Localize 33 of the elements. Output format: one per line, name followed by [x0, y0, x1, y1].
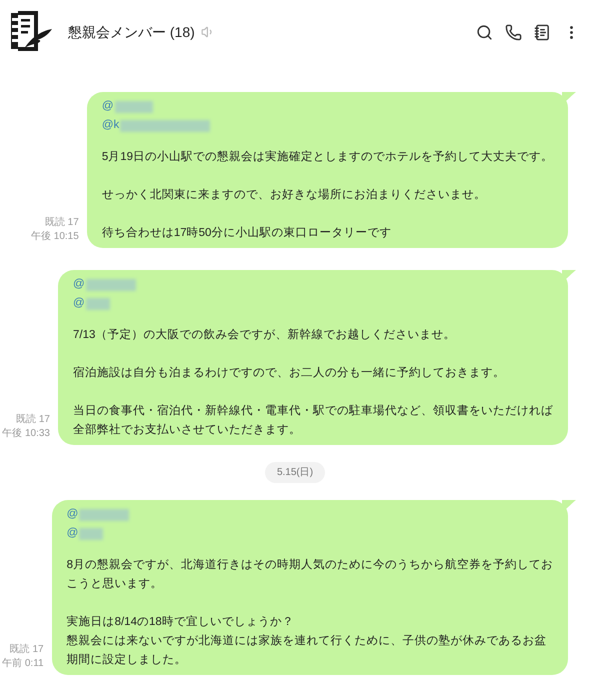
redacted-mark — [86, 278, 136, 290]
message-time: 午前 0:11 — [2, 657, 44, 671]
message-text: 7/13（予定）の大阪での飲み会ですが、新幹線でお越しくださいませ。 — [73, 327, 456, 343]
message-time: 午後 10:15 — [31, 230, 79, 244]
phone-icon[interactable] — [505, 24, 522, 40]
message-time: 午後 10:33 — [2, 427, 50, 441]
redacted-mark — [79, 528, 104, 540]
mention[interactable]: @ — [102, 97, 114, 116]
notebook-icon[interactable] — [534, 24, 551, 40]
message-text: 全部弊社でお支払いさせていただきます。 — [73, 422, 302, 438]
mention[interactable]: @ — [73, 275, 85, 294]
search-icon[interactable] — [476, 24, 493, 40]
message-text: 実施日は8/14の18時で宜しいでしょうか？ — [66, 614, 295, 630]
message-text: 8月の懇親会ですが、北海道行きはその時期人気のために今のうちから航空券を予約してお — [66, 557, 553, 573]
message-text: こうと思います。 — [66, 576, 164, 592]
chat-title: 懇親会メンバー (18) — [68, 22, 195, 42]
message-text: 待ち合わせは17時50分に小山駅の東口ロータリーです — [102, 226, 392, 241]
read-receipt: 既読 17 — [16, 413, 50, 427]
redacted-mark — [86, 298, 110, 310]
message-text: 懇親会には来ないですが北海道には家族を連れて行くために、子供の塾が休みであるお盆 — [66, 633, 548, 649]
mention[interactable]: @ — [66, 505, 78, 524]
message-text: 5月19日の小山駅での懇親会は実施確定としますのでホテルを予約して大丈夫です。 — [102, 149, 553, 165]
read-receipt: 既読 17 — [44, 216, 79, 230]
message-text: 期間に設定しました。 — [66, 652, 188, 668]
mention[interactable]: @ — [73, 294, 85, 313]
message-text: 当日の食事代・宿泊代・新幹線代・電車代・駅での駐車場代など、領収書をいただければ — [73, 403, 553, 419]
redacted-mark — [114, 100, 152, 112]
message-text: せっかく北関東に来ますので、お好きな場所にお泊まりくださいませ。 — [102, 188, 487, 203]
message-text: 宿泊施設は自分も泊まるわけですので、お二人の分も一緒に予約しておきます。 — [73, 365, 506, 381]
redacted-mark — [79, 508, 130, 520]
read-receipt: 既読 17 — [10, 643, 44, 657]
mention[interactable]: @ — [66, 524, 78, 543]
mention[interactable]: @k — [102, 116, 120, 135]
